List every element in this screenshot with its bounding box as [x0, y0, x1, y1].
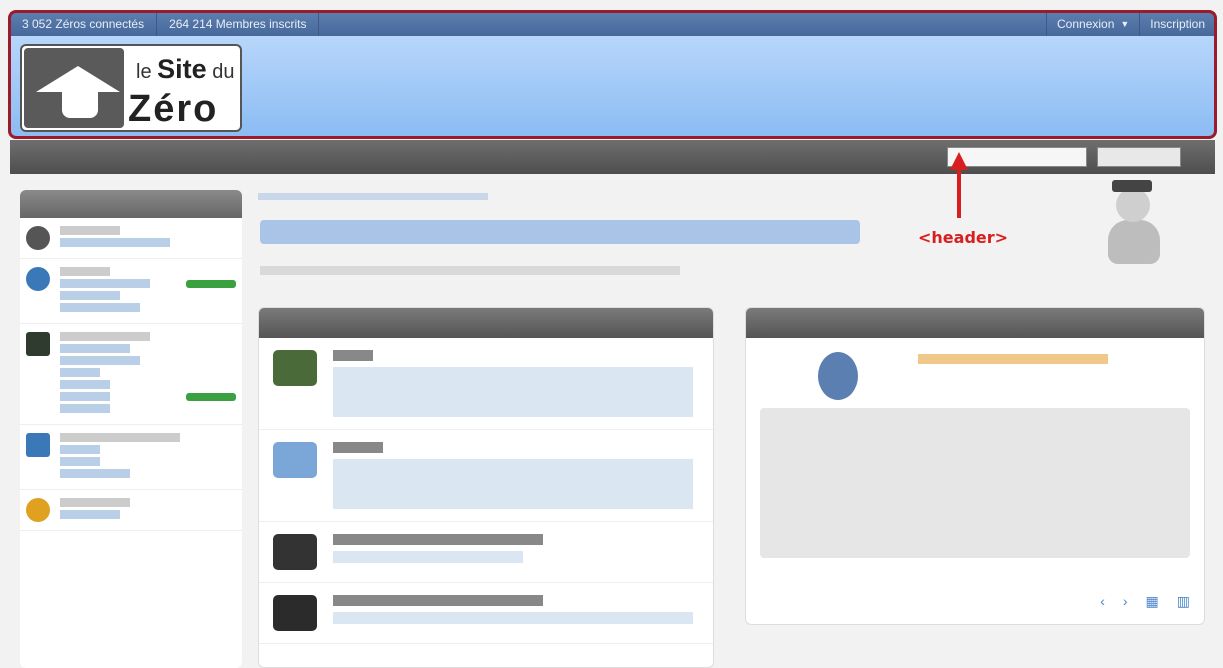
nav-item-3[interactable]	[256, 140, 284, 174]
trash-icon[interactable]: ▥	[1177, 593, 1190, 610]
item-title	[333, 534, 543, 545]
breadcrumb	[258, 193, 488, 200]
tutorial-excerpt	[746, 374, 1204, 558]
logo-du: du	[212, 61, 235, 83]
sidebar-link[interactable]	[60, 380, 110, 389]
trainings-icon	[273, 534, 317, 570]
graduation-cap-icon	[24, 48, 124, 128]
newcomer-icon	[26, 226, 50, 250]
grid-view-icon[interactable]: ▦	[1146, 593, 1159, 610]
sidebar-link[interactable]	[60, 510, 120, 519]
os-icon	[26, 433, 50, 457]
list-item-jobs[interactable]	[259, 583, 713, 644]
sidebar-link[interactable]	[60, 445, 100, 454]
item-links[interactable]	[333, 367, 693, 417]
top-status-bar: 3 052 Zéros connectés 264 214 Membres in…	[10, 12, 1215, 36]
group-title	[60, 498, 130, 507]
group-title	[60, 267, 110, 276]
programming-icon	[26, 332, 50, 356]
sidebar-link[interactable]	[60, 404, 110, 413]
list-item-trainings[interactable]	[259, 522, 713, 583]
annotation-arrow-shaft	[957, 166, 961, 218]
tutorial-icon	[818, 352, 858, 400]
sidebar-link[interactable]	[60, 457, 100, 466]
panel-latest-tutorial: ‹ › ▦ ▥	[745, 307, 1205, 625]
cap-bottom-shape	[62, 92, 98, 118]
sidebar-group-web	[20, 259, 242, 324]
tutorial-pager: ‹ › ▦ ▥	[1100, 593, 1190, 610]
annotation-header-label: <header>	[918, 228, 1009, 247]
mascot-head	[1116, 188, 1150, 222]
item-title	[333, 350, 373, 361]
prev-arrow-icon[interactable]: ‹	[1100, 593, 1105, 610]
member-count: 264 214 Membres inscrits	[157, 12, 320, 36]
sidebar-group-graphics	[20, 490, 242, 531]
sidebar-link[interactable]	[60, 392, 236, 401]
item-title	[333, 442, 383, 453]
search-input[interactable]	[947, 147, 1087, 167]
jobs-icon	[273, 595, 317, 631]
group-title	[60, 226, 120, 235]
main-nav-bar	[10, 140, 1215, 174]
logo-site: Site	[157, 54, 207, 84]
forums-icon	[273, 442, 317, 478]
site-logo[interactable]: le Site du Zéro	[20, 44, 242, 132]
new-badge	[186, 392, 236, 401]
list-item-courses[interactable]	[259, 338, 713, 430]
sidebar-link[interactable]	[60, 238, 170, 247]
tutorial-title[interactable]	[918, 354, 1108, 364]
new-badge	[186, 279, 236, 288]
sidebar-group-programming	[20, 324, 242, 425]
logo-le: le	[136, 61, 152, 83]
sidebar-group-newcomer	[20, 218, 242, 259]
group-title	[60, 433, 180, 442]
sidebar-link[interactable]	[60, 291, 120, 300]
nav-item-1[interactable]	[200, 140, 228, 174]
sidebar-link[interactable]	[60, 279, 236, 288]
page-title	[260, 220, 860, 244]
web-icon	[26, 267, 50, 291]
nav-item-6[interactable]	[340, 140, 368, 174]
sidebar-link[interactable]	[60, 368, 100, 377]
nav-item-4[interactable]	[284, 140, 312, 174]
page-subtitle	[260, 266, 680, 275]
mascot-image	[1100, 180, 1170, 270]
logo-line-1: le Site du	[136, 54, 234, 85]
group-title	[60, 332, 150, 341]
courses-icon	[273, 350, 317, 386]
sidebar-group-os	[20, 425, 242, 490]
signup-link[interactable]: Inscription	[1139, 12, 1215, 36]
list-item-forums[interactable]	[259, 430, 713, 522]
panel-offer-header	[259, 308, 713, 338]
sidebar-courses	[20, 190, 242, 668]
nav-item-2[interactable]	[228, 140, 256, 174]
item-links[interactable]	[333, 612, 693, 624]
item-links[interactable]	[333, 551, 523, 563]
nav-category-dropdown[interactable]	[10, 140, 200, 174]
sidebar-link[interactable]	[60, 469, 130, 478]
sidebar-link[interactable]	[60, 344, 130, 353]
item-links[interactable]	[333, 459, 693, 509]
panel-tutorial-header	[746, 308, 1204, 338]
sidebar-link[interactable]	[60, 356, 140, 365]
item-title	[333, 595, 543, 606]
login-menu[interactable]: Connexion ▼	[1046, 12, 1139, 36]
online-count: 3 052 Zéros connectés	[10, 12, 158, 36]
mascot-body	[1108, 220, 1160, 264]
logo-line-2: Zéro	[128, 88, 219, 130]
nav-item-5[interactable]	[312, 140, 340, 174]
chevron-down-icon: ▼	[1120, 19, 1130, 29]
sidebar-link[interactable]	[60, 303, 140, 312]
panel-offer	[258, 307, 714, 668]
next-arrow-icon[interactable]: ›	[1123, 593, 1128, 610]
cap-top-shape	[36, 66, 120, 92]
mascot-hat	[1112, 180, 1152, 192]
graphics-icon	[26, 498, 50, 522]
page: 3 052 Zéros connectés 264 214 Membres in…	[0, 0, 1223, 668]
sidebar-header	[20, 190, 242, 218]
login-label: Connexion	[1057, 17, 1115, 31]
search-scope-select[interactable]	[1097, 147, 1181, 167]
